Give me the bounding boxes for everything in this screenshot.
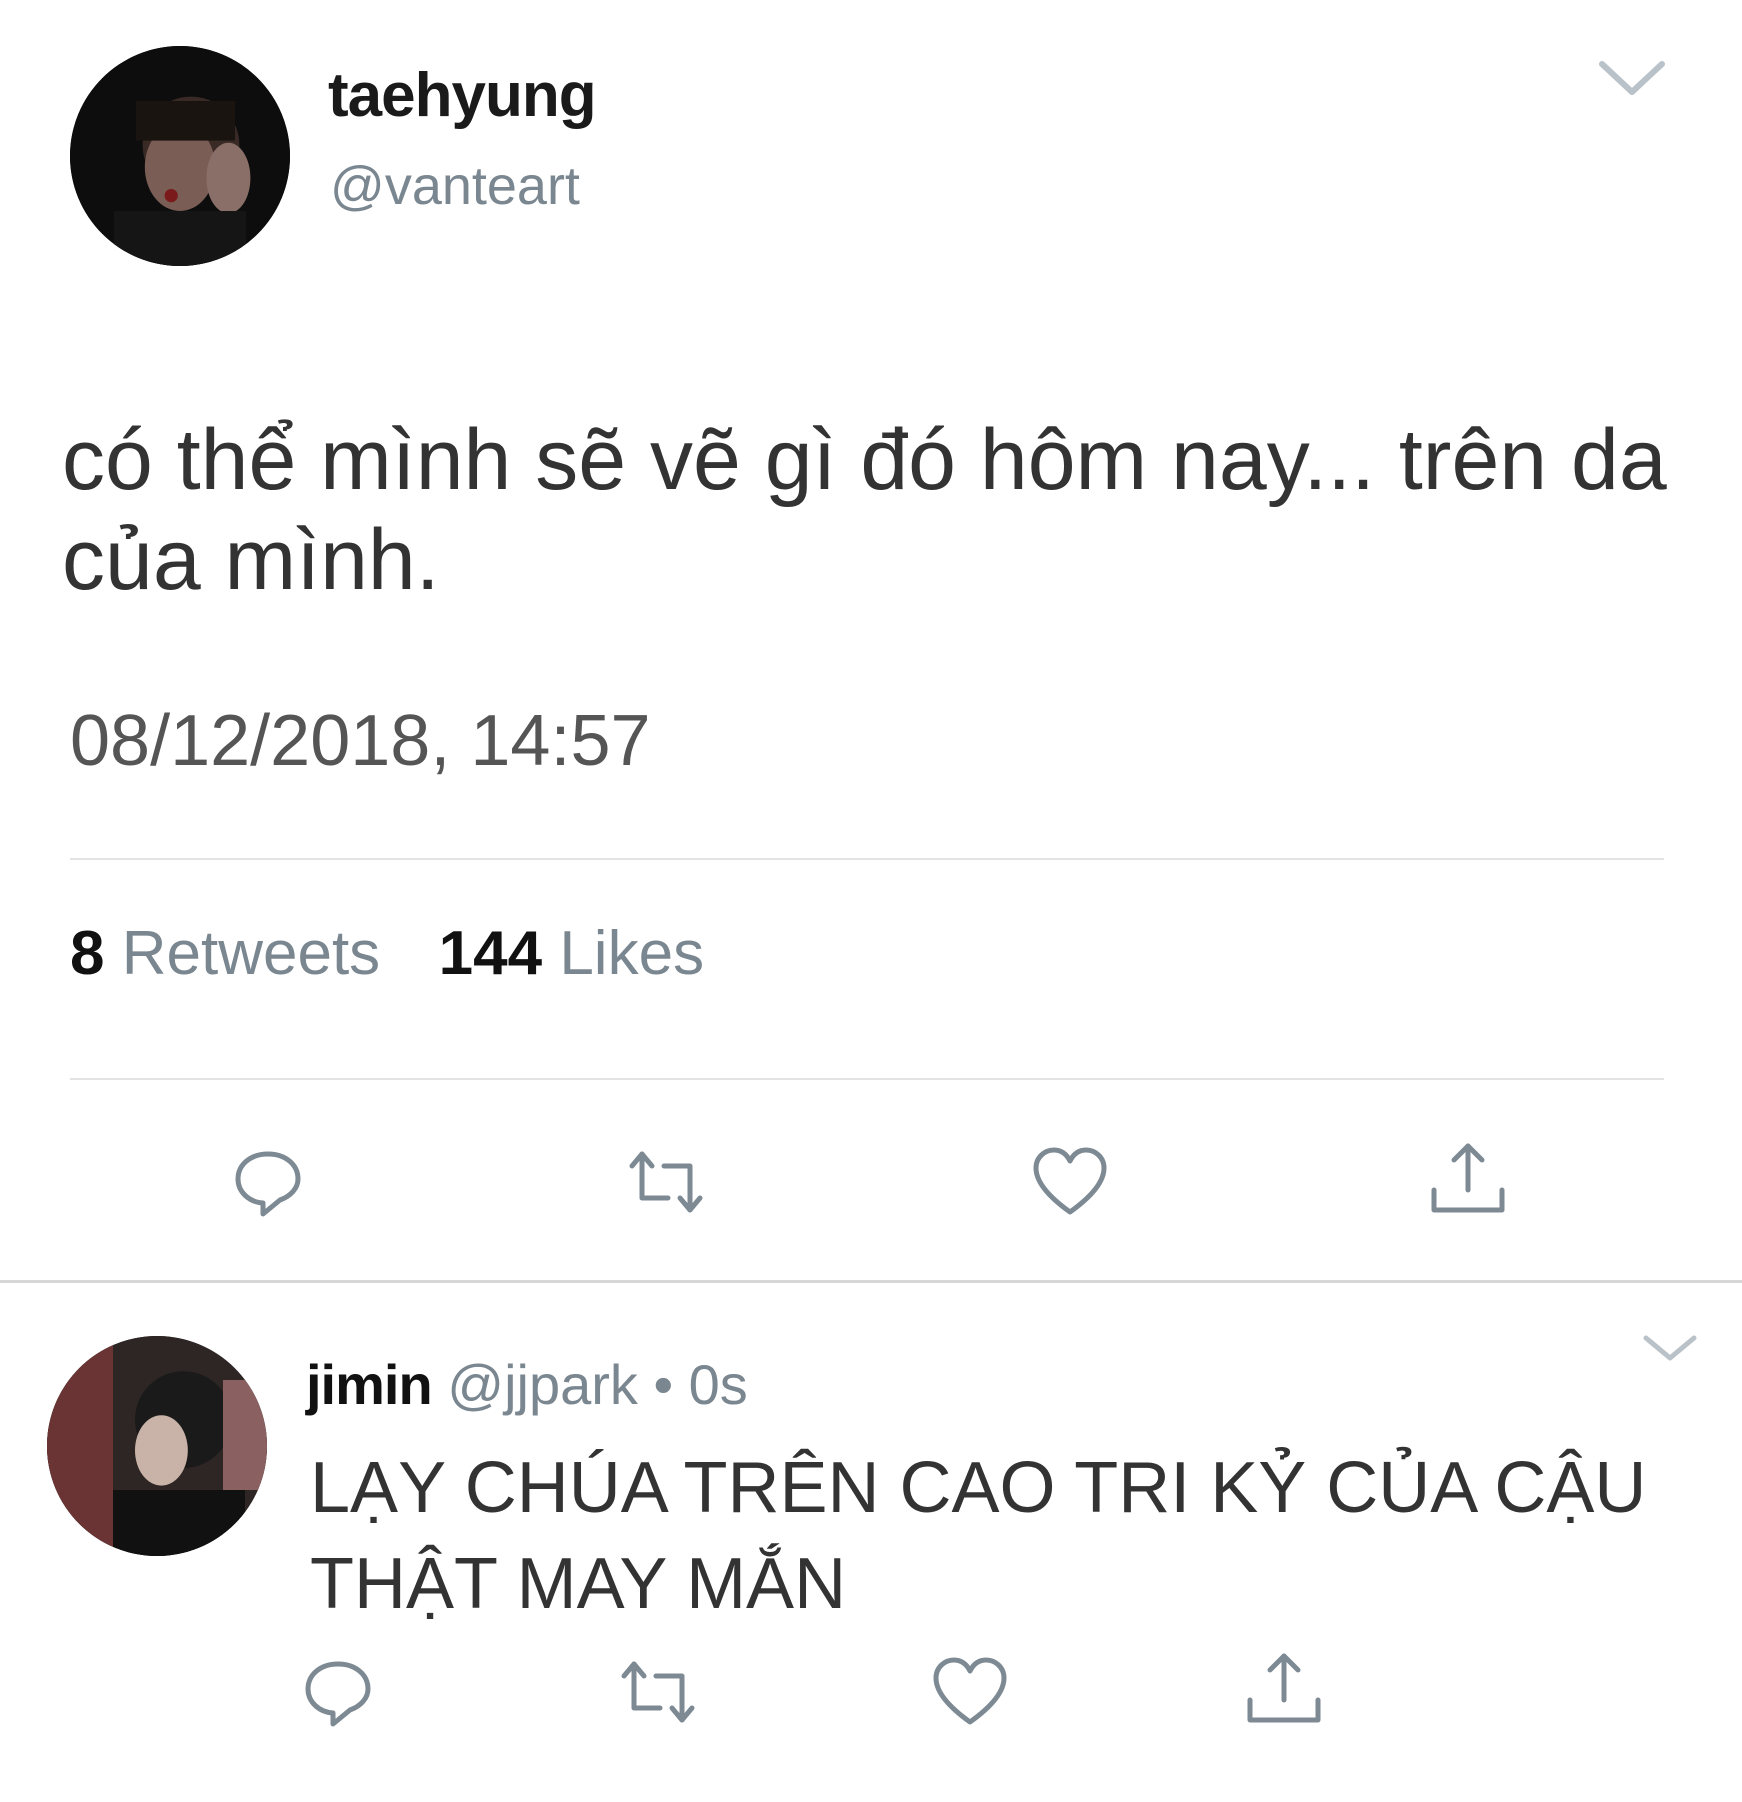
reply-time[interactable]: 0s — [689, 1353, 748, 1416]
tweet-stats: 8 Retweets 144 Likes — [70, 918, 704, 989]
user-handle[interactable]: @vanteart — [330, 155, 580, 217]
avatar[interactable] — [70, 46, 290, 266]
divider — [70, 858, 1664, 860]
section-divider — [0, 1280, 1742, 1283]
retweets-count: 8 — [70, 919, 105, 988]
divider — [70, 1078, 1664, 1080]
display-name[interactable]: jimin — [306, 1353, 433, 1416]
tweet-timestamp[interactable]: 08/12/2018, 14:57 — [70, 700, 651, 782]
chevron-down-icon[interactable] — [1640, 1330, 1700, 1366]
reply-icon[interactable] — [298, 1652, 378, 1732]
like-icon[interactable] — [930, 1652, 1010, 1732]
profile-photo — [47, 1336, 267, 1556]
likes-stat[interactable]: 144 Likes — [439, 919, 704, 988]
user-handle[interactable]: @jjpark — [447, 1353, 638, 1416]
display-name[interactable]: taehyung — [328, 60, 597, 131]
chevron-down-icon[interactable] — [1596, 54, 1668, 102]
likes-label: Likes — [559, 919, 705, 988]
reply-text: LẠY CHÚA TRÊN CAO TRI KỶ CỦA CẬU THẬT MA… — [310, 1448, 1647, 1624]
retweets-label: Retweets — [121, 919, 381, 988]
share-icon[interactable] — [1244, 1650, 1324, 1730]
separator-dot: • — [653, 1353, 674, 1416]
retweets-stat[interactable]: 8 Retweets — [70, 919, 397, 988]
retweet-icon[interactable] — [618, 1652, 698, 1732]
reply-icon[interactable] — [228, 1142, 308, 1222]
reply-header: jimin @jjpark • 0s — [306, 1352, 748, 1417]
avatar[interactable] — [47, 1336, 267, 1556]
share-icon[interactable] — [1428, 1140, 1508, 1220]
like-icon[interactable] — [1030, 1142, 1110, 1222]
retweet-icon[interactable] — [626, 1142, 706, 1222]
likes-count: 144 — [438, 919, 543, 988]
profile-photo — [70, 46, 290, 266]
tweet-text: có thể mình sẽ vẽ gì đó hôm nay... trên … — [62, 412, 1667, 608]
